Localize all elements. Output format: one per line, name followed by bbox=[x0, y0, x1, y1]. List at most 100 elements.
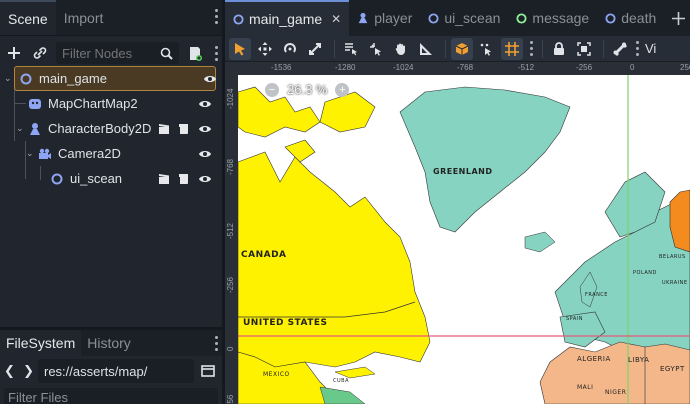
smart-snap-button[interactable] bbox=[451, 37, 473, 60]
node2d-icon bbox=[233, 13, 244, 25]
visibility-eye-icon[interactable] bbox=[198, 149, 212, 159]
move-mode-button[interactable] bbox=[254, 38, 276, 60]
map-label: ALGERIA bbox=[577, 355, 611, 363]
map-label: CUBA bbox=[333, 378, 350, 384]
tree-row-ui-scean[interactable]: ui_scean bbox=[0, 166, 222, 191]
visibility-eye-icon[interactable] bbox=[203, 74, 217, 84]
control-icon bbox=[516, 12, 527, 24]
script-icon[interactable] bbox=[178, 173, 190, 185]
zoom-in-button[interactable]: + bbox=[335, 82, 350, 97]
zoom-reset-button[interactable]: 26.3 % bbox=[287, 82, 327, 97]
search-icon bbox=[160, 47, 173, 60]
attach-script-button[interactable] bbox=[185, 43, 205, 63]
ruler-mode-button[interactable] bbox=[415, 38, 437, 60]
clapperboard-icon[interactable] bbox=[158, 123, 170, 135]
rotate-mode-button[interactable] bbox=[279, 38, 301, 60]
canvas-viewport[interactable]: GREENLAND CANADA UNITED STATES MEXICO CU… bbox=[225, 62, 690, 404]
filesystem-dock: FileSystem History ❮ ❯ res://asserts/map… bbox=[0, 327, 222, 404]
tree-row-characterbody2d[interactable]: ⌄ CharacterBody2D bbox=[0, 116, 222, 141]
tab-label: main_game bbox=[249, 11, 323, 27]
ruler-tick: -1024 bbox=[393, 63, 414, 72]
ruler-tick: 256 bbox=[226, 394, 235, 404]
tab-import[interactable]: Import bbox=[56, 0, 112, 35]
collapse-arrow-icon[interactable]: ⌄ bbox=[16, 123, 26, 134]
rotate-icon bbox=[284, 42, 296, 53]
toggle-split-button[interactable] bbox=[198, 361, 218, 381]
filter-files-field[interactable]: Filter Files bbox=[4, 388, 218, 404]
ruler-tick: -512 bbox=[518, 63, 535, 72]
move-icon bbox=[258, 41, 272, 56]
snap-options-button[interactable] bbox=[476, 38, 498, 60]
node2d-icon bbox=[19, 72, 33, 86]
filesystem-menu-icon[interactable] bbox=[215, 336, 218, 351]
tab-filesystem[interactable]: FileSystem bbox=[0, 330, 82, 356]
script-icon[interactable] bbox=[178, 123, 190, 135]
scene-tab-message[interactable]: message bbox=[508, 0, 597, 36]
visibility-eye-icon[interactable] bbox=[198, 174, 212, 184]
toolbar-separator bbox=[542, 39, 543, 58]
select-mode-button[interactable] bbox=[229, 37, 251, 60]
scene-tab-player[interactable]: player bbox=[349, 0, 420, 36]
node-label: CharacterBody2D bbox=[48, 121, 152, 136]
scene-tree: ⌄ main_game MapChartMap2 ⌄ CharacterBody… bbox=[0, 66, 222, 191]
add-node-button[interactable] bbox=[4, 43, 24, 63]
scene-tab-main-game[interactable]: main_game ✕ bbox=[225, 0, 350, 36]
tab-scene[interactable]: Scene bbox=[0, 0, 56, 35]
filter-nodes-field[interactable] bbox=[56, 42, 179, 64]
dock-menu-icon[interactable] bbox=[215, 9, 218, 24]
snap-cube-icon bbox=[455, 42, 469, 55]
filter-nodes-input[interactable] bbox=[62, 45, 152, 61]
list-select-button[interactable] bbox=[340, 38, 362, 60]
path-field[interactable]: res://asserts/map/ bbox=[38, 359, 194, 383]
snap-dots-icon bbox=[480, 43, 491, 56]
collapse-arrow-icon[interactable]: ⌄ bbox=[4, 73, 14, 84]
map-label: EGYPT bbox=[660, 365, 685, 373]
back-arrow-icon[interactable]: ❮ bbox=[4, 363, 15, 379]
scale-mode-button[interactable] bbox=[304, 38, 326, 60]
tree-row-camera2d[interactable]: ⌄ Camera2D bbox=[0, 141, 222, 166]
lock-button[interactable] bbox=[548, 38, 570, 60]
toolbar-separator bbox=[445, 39, 446, 58]
horizontal-ruler[interactable]: -1536 -1280 -1024 -768 -512 -256 0 256 bbox=[225, 62, 690, 75]
scene-menu-icon[interactable] bbox=[215, 45, 218, 61]
pan-mode-button[interactable] bbox=[390, 38, 412, 60]
path-row: ❮ ❯ res://asserts/map/ bbox=[0, 356, 222, 386]
forward-arrow-icon[interactable]: ❯ bbox=[23, 363, 34, 379]
new-scene-tab-button[interactable] bbox=[664, 0, 690, 36]
visibility-eye-icon[interactable] bbox=[198, 124, 212, 134]
grid-snap-button[interactable] bbox=[501, 37, 523, 60]
view-menu-button[interactable]: Vi bbox=[645, 41, 656, 56]
visibility-eye-icon[interactable] bbox=[198, 99, 212, 109]
vertical-ruler[interactable]: -1024 -768 -512 -256 0 256 bbox=[225, 75, 238, 404]
tab-history[interactable]: History bbox=[81, 330, 137, 356]
scene-tab-death[interactable]: death bbox=[597, 0, 664, 36]
close-icon[interactable]: ✕ bbox=[331, 12, 341, 26]
characterbody-icon bbox=[358, 12, 368, 24]
node2d-icon bbox=[50, 172, 64, 186]
toolbar-separator bbox=[603, 39, 604, 58]
plus-icon bbox=[672, 11, 686, 25]
instance-scene-button[interactable] bbox=[30, 43, 50, 63]
scene-tabs: main_game ✕ player ui_scean message deat… bbox=[225, 0, 690, 36]
scene-tab-ui-scean[interactable]: ui_scean bbox=[420, 0, 508, 36]
snap-menu-icon[interactable] bbox=[530, 41, 533, 56]
group-button[interactable] bbox=[573, 38, 595, 60]
node-label: ui_scean bbox=[70, 171, 123, 186]
scene-toolbar bbox=[0, 40, 222, 66]
clapperboard-icon[interactable] bbox=[158, 173, 170, 185]
world-map bbox=[237, 75, 690, 404]
zoom-out-button[interactable]: − bbox=[265, 82, 279, 97]
scene-dock-tabs: Scene Import bbox=[0, 0, 222, 36]
map-label: UNITED STATES bbox=[243, 318, 328, 328]
cursor-arrow-icon bbox=[235, 42, 245, 55]
skeleton-menu-icon[interactable] bbox=[636, 41, 639, 56]
toolbar-separator bbox=[334, 39, 335, 58]
tree-row-mapchartmap2[interactable]: MapChartMap2 bbox=[0, 91, 222, 116]
skeleton-button[interactable] bbox=[609, 38, 631, 60]
map-label: UKRAINE bbox=[662, 280, 688, 286]
pivot-button[interactable] bbox=[365, 38, 387, 60]
tab-label: death bbox=[621, 10, 657, 26]
ruler-tick: -768 bbox=[226, 158, 235, 175]
tree-row-main-game[interactable]: ⌄ main_game bbox=[4, 66, 217, 91]
collapse-arrow-icon[interactable]: ⌄ bbox=[26, 148, 36, 159]
